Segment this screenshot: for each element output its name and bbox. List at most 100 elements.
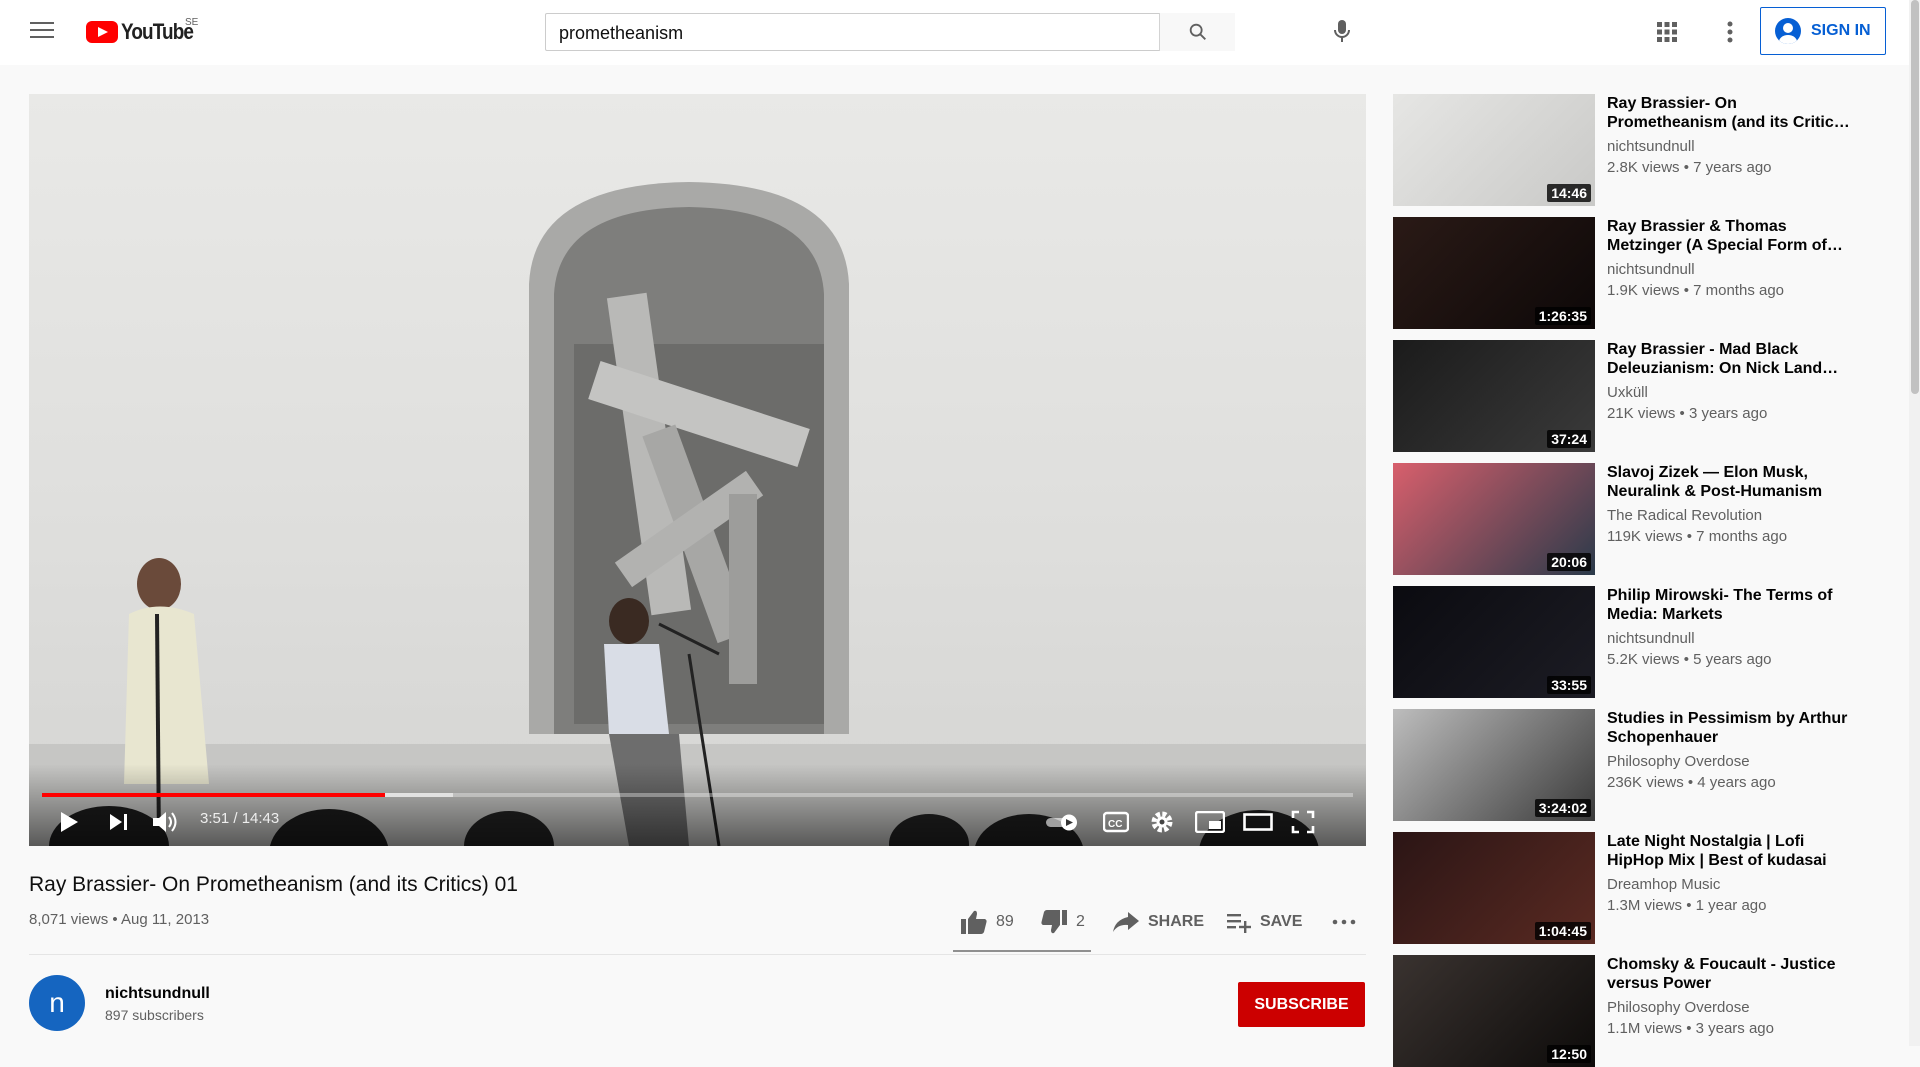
apps-grid-icon[interactable]: [1655, 20, 1679, 44]
sign-in-button[interactable]: SIGN IN: [1760, 7, 1886, 55]
recommended-meta: 5.2K views • 5 years ago: [1607, 651, 1772, 668]
country-code: SE: [185, 17, 199, 28]
dislike-button[interactable]: 2: [1040, 904, 1085, 940]
captions-icon: CC: [1102, 811, 1130, 833]
subscribe-button[interactable]: SUBSCRIBE: [1238, 982, 1365, 1027]
channel-name[interactable]: nichtsundnull: [105, 985, 210, 1003]
recommended-meta: 1.9K views • 7 months ago: [1607, 282, 1785, 299]
recommended-channel[interactable]: nichtsundnull: [1607, 138, 1695, 155]
more-options-icon[interactable]: [1720, 18, 1740, 46]
captions-button[interactable]: CC: [1102, 811, 1130, 838]
recommended-channel[interactable]: nichtsundnull: [1607, 261, 1695, 278]
recommended-meta: 21K views • 3 years ago: [1607, 405, 1768, 422]
recommended-meta: 236K views • 4 years ago: [1607, 774, 1776, 791]
sign-in-label: SIGN IN: [1811, 22, 1871, 39]
top-bar: YouTube SE SIGN IN: [0, 0, 1920, 65]
recommended-meta: 1.1M views • 3 years ago: [1607, 1020, 1774, 1037]
recommended-title[interactable]: Chomsky & Foucault - Justice versus Powe…: [1607, 955, 1857, 993]
svg-text:CC: CC: [1108, 819, 1122, 830]
video-thumbnail[interactable]: 1:04:45: [1393, 832, 1595, 944]
miniplayer-button[interactable]: [1194, 810, 1226, 838]
recommended-video[interactable]: 33:55 Philip Mirowski- The Terms of Media…: [1393, 586, 1893, 698]
video-duration: 3:24:02: [1534, 799, 1591, 817]
fullscreen-button[interactable]: [1291, 810, 1315, 839]
recommended-video[interactable]: 20:06 Slavoj Zizek — Elon Musk, Neuralink…: [1393, 463, 1893, 575]
recommended-title[interactable]: Philip Mirowski- The Terms of Media: Mar…: [1607, 586, 1857, 624]
miniplayer-icon: [1194, 810, 1226, 834]
search-bar: [545, 13, 1235, 51]
recommended-channel[interactable]: Dreamhop Music: [1607, 876, 1720, 893]
play-icon: [61, 812, 78, 832]
recommended-channel[interactable]: Philosophy Overdose: [1607, 753, 1750, 770]
video-duration: 12:50: [1547, 1045, 1591, 1063]
recommended-video[interactable]: 37:24 Ray Brassier - Mad Black Deleuziani…: [1393, 340, 1893, 452]
recommended-channel[interactable]: Uxküll: [1607, 384, 1648, 401]
play-button[interactable]: [58, 811, 80, 838]
recommended-title[interactable]: Studies in Pessimism by Arthur Schopenha…: [1607, 709, 1857, 747]
time-display: 3:51 / 14:43: [200, 810, 280, 827]
youtube-play-icon: [86, 21, 118, 43]
search-icon: [1189, 23, 1206, 40]
recommended-title[interactable]: Ray Brassier & Thomas Metzinger (A Speci…: [1607, 217, 1857, 255]
menu-icon[interactable]: [30, 22, 54, 40]
thumbs-up-icon: [961, 910, 987, 934]
share-button[interactable]: SHARE: [1112, 904, 1204, 940]
recommended-title[interactable]: Slavoj Zizek — Elon Musk, Neuralink & Po…: [1607, 463, 1857, 501]
gear-icon: [1151, 811, 1173, 833]
recommended-channel[interactable]: nichtsundnull: [1607, 630, 1695, 647]
recommended-meta: 119K views • 7 months ago: [1607, 528, 1788, 545]
recommended-title[interactable]: Ray Brassier - Mad Black Deleuzianism: O…: [1607, 340, 1857, 378]
video-frame: [29, 182, 1366, 846]
next-icon: [110, 814, 127, 830]
fullscreen-icon: [1291, 810, 1315, 834]
video-player[interactable]: 3:51 / 14:43 CC: [29, 94, 1366, 846]
channel-avatar[interactable]: n: [29, 975, 85, 1031]
video-thumbnail[interactable]: 14:46: [1393, 94, 1595, 206]
video-duration: 37:24: [1547, 430, 1591, 448]
video-thumbnail[interactable]: 37:24: [1393, 340, 1595, 452]
recommended-channel[interactable]: Philosophy Overdose: [1607, 999, 1750, 1016]
autoplay-toggle[interactable]: [1045, 812, 1081, 837]
recommended-video[interactable]: 3:24:02 Studies in Pessimism by Arthur Sc…: [1393, 709, 1893, 821]
like-button[interactable]: 89: [960, 904, 1014, 940]
progress-played: [42, 793, 385, 797]
video-thumbnail[interactable]: 33:55: [1393, 586, 1595, 698]
video-duration: 1:04:45: [1534, 922, 1591, 940]
theater-icon: [1243, 813, 1273, 831]
account-icon: [1775, 18, 1801, 44]
save-label: SAVE: [1260, 913, 1303, 930]
save-button[interactable]: SAVE: [1226, 904, 1302, 940]
voice-search-button[interactable]: [1327, 16, 1357, 46]
video-meta: 8,071 views • Aug 11, 2013: [29, 911, 210, 928]
recommended-meta: 2.8K views • 7 years ago: [1607, 159, 1772, 176]
youtube-logo[interactable]: YouTube SE: [86, 17, 205, 45]
recommended-channel[interactable]: The Radical Revolution: [1607, 507, 1762, 524]
recommended-video[interactable]: 1:26:35 Ray Brassier & Thomas Metzinger (…: [1393, 217, 1893, 329]
recommended-title[interactable]: Late Night Nostalgia | Lofi HipHop Mix |…: [1607, 832, 1857, 870]
search-button[interactable]: [1159, 13, 1235, 51]
share-label: SHARE: [1148, 913, 1205, 930]
recommended-meta: 1.3M views • 1 year ago: [1607, 897, 1767, 914]
next-button[interactable]: [108, 812, 130, 837]
search-input[interactable]: [557, 20, 1111, 46]
like-ratio-bar: [953, 950, 1091, 952]
recommended-title[interactable]: Ray Brassier- On Prometheanism (and its …: [1607, 94, 1857, 132]
video-thumbnail[interactable]: 12:50: [1393, 955, 1595, 1067]
subscriber-count: 897 subscribers: [105, 1007, 204, 1023]
more-actions-button[interactable]: [1332, 904, 1356, 940]
theater-mode-button[interactable]: [1243, 813, 1273, 836]
settings-button[interactable]: [1149, 809, 1175, 840]
video-title: Ray Brassier- On Prometheanism (and its …: [29, 873, 518, 896]
video-thumbnail[interactable]: 3:24:02: [1393, 709, 1595, 821]
video-thumbnail[interactable]: 20:06: [1393, 463, 1595, 575]
volume-button[interactable]: [151, 809, 179, 840]
logo-text: YouTube: [121, 19, 194, 44]
video-duration: 1:26:35: [1534, 307, 1591, 325]
recommended-video[interactable]: 1:04:45 Late Night Nostalgia | Lofi HipHo…: [1393, 832, 1893, 944]
dislike-count: 2: [1076, 913, 1085, 930]
video-thumbnail[interactable]: 1:26:35: [1393, 217, 1595, 329]
recommended-video[interactable]: 12:50 Chomsky & Foucault - Justice versus…: [1393, 955, 1893, 1067]
page-scrollbar-thumb[interactable]: [1911, 0, 1919, 394]
autoplay-icon: [1046, 814, 1077, 831]
recommended-video[interactable]: 14:46 Ray Brassier- On Prometheanism (and…: [1393, 94, 1893, 206]
